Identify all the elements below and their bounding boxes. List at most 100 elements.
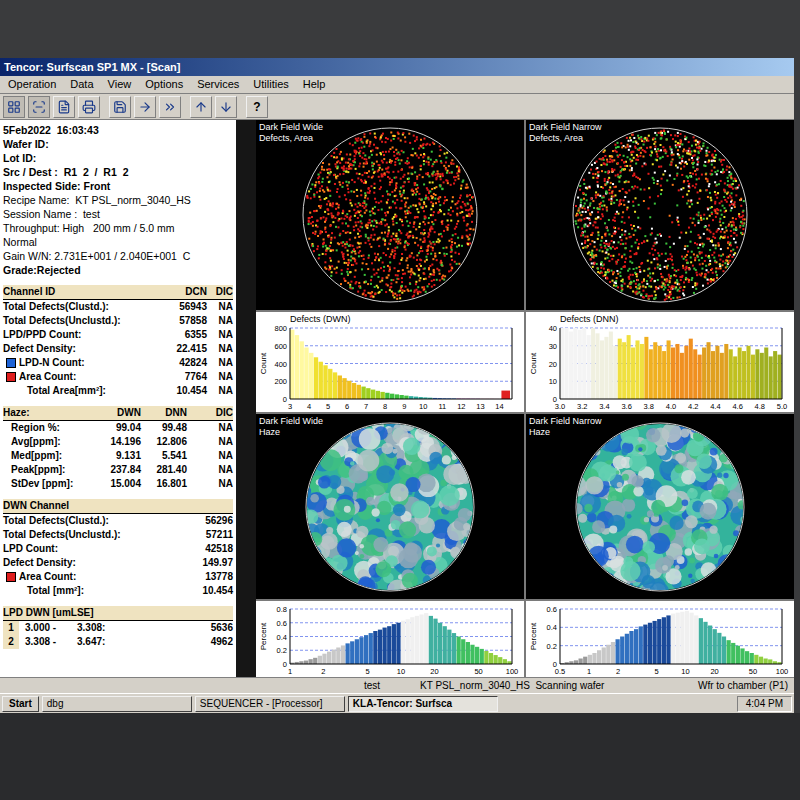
menu-item[interactable]: Utilities xyxy=(247,76,294,93)
defect-point xyxy=(692,166,694,168)
defect-point xyxy=(396,246,398,248)
defect-point xyxy=(669,253,671,255)
defect-point xyxy=(370,279,372,281)
defect-point xyxy=(455,226,457,228)
defect-point xyxy=(349,143,351,145)
menu-item[interactable]: Data xyxy=(64,76,99,93)
defect-point xyxy=(597,268,599,270)
dwn-channel-table: DWN ChannelTotal Defects(Clustd.):56296T… xyxy=(3,499,233,598)
defect-point xyxy=(378,292,380,294)
defect-point xyxy=(657,180,659,182)
defect-point xyxy=(686,262,688,264)
defect-point xyxy=(372,212,374,214)
channel-table: Channel IDDCNDICTotal Defects(Clustd.):5… xyxy=(3,285,233,398)
defect-point xyxy=(592,224,594,226)
defect-point xyxy=(312,225,314,227)
maps-area: Dark Field WideDefects, AreaDark Field N… xyxy=(256,120,794,677)
defect-point xyxy=(724,262,726,264)
defect-point xyxy=(404,197,406,199)
defect-point xyxy=(391,251,393,253)
menu-item[interactable]: Help xyxy=(297,76,332,93)
defect-point xyxy=(354,158,356,160)
defect-point xyxy=(352,160,354,162)
menu-item[interactable]: Options xyxy=(139,76,189,93)
defect-point xyxy=(471,221,473,223)
defect-point xyxy=(393,151,395,153)
defect-point xyxy=(456,246,458,248)
menu-item[interactable]: Services xyxy=(191,76,245,93)
defect-point xyxy=(359,155,361,157)
defect-point xyxy=(402,269,404,271)
help-button[interactable]: ? xyxy=(246,96,268,118)
defect-point xyxy=(368,192,370,194)
defect-point xyxy=(399,290,401,292)
defect-point xyxy=(694,150,696,152)
defect-point xyxy=(433,270,435,272)
defect-point xyxy=(440,262,442,264)
defect-point xyxy=(390,253,392,255)
toolbar-button[interactable] xyxy=(53,96,75,118)
toolbar-button[interactable] xyxy=(159,96,181,118)
defect-point xyxy=(347,254,349,256)
defect-point xyxy=(654,172,656,174)
toolbar-button[interactable] xyxy=(134,96,156,118)
defect-point xyxy=(733,238,735,240)
defect-point xyxy=(414,152,416,154)
toolbar-button[interactable] xyxy=(109,96,131,118)
defect-point xyxy=(376,272,378,274)
defect-point xyxy=(352,264,354,266)
save-icon xyxy=(113,100,127,114)
defect-point xyxy=(368,254,370,256)
defect-point xyxy=(390,162,392,164)
defect-point xyxy=(325,245,327,247)
defect-point xyxy=(450,246,452,248)
defect-point xyxy=(663,130,665,132)
defect-point xyxy=(438,269,440,271)
defect-point xyxy=(708,238,710,240)
defect-point xyxy=(441,235,443,237)
defect-point xyxy=(413,226,415,228)
defect-point xyxy=(632,274,634,276)
defect-point xyxy=(423,288,425,290)
defect-point xyxy=(718,183,720,185)
defect-point xyxy=(675,141,677,143)
defect-point xyxy=(394,202,396,204)
defect-point xyxy=(397,171,399,173)
defect-point xyxy=(406,197,408,199)
wafer-info: 5Feb2022 16:03:43Wafer ID:Lot ID:Src / D… xyxy=(3,123,233,277)
defect-point xyxy=(372,229,374,231)
defect-point xyxy=(386,190,388,192)
defect-point xyxy=(673,178,675,180)
defect-point xyxy=(369,214,371,216)
defect-point xyxy=(390,239,392,241)
toolbar-button[interactable] xyxy=(28,96,50,118)
defect-point xyxy=(380,137,382,139)
toolbar-button[interactable] xyxy=(190,96,212,118)
defect-point xyxy=(384,212,386,214)
defect-point xyxy=(392,201,394,203)
defect-point xyxy=(395,241,397,243)
defect-point xyxy=(333,174,335,176)
defect-point xyxy=(368,157,370,159)
defect-point xyxy=(439,173,441,175)
defect-point xyxy=(348,259,350,261)
toolbar-button[interactable] xyxy=(215,96,237,118)
defect-point xyxy=(674,288,676,290)
defect-point xyxy=(606,227,608,229)
menu-item[interactable]: View xyxy=(102,76,138,93)
defect-point xyxy=(374,293,376,295)
defect-point xyxy=(442,247,444,249)
defect-point xyxy=(322,189,324,191)
toolbar-button[interactable] xyxy=(78,96,100,118)
defect-point xyxy=(358,236,360,238)
defect-point xyxy=(410,274,412,276)
defect-point xyxy=(427,236,429,238)
menu-item[interactable]: Operation xyxy=(2,76,62,93)
defect-point xyxy=(406,220,408,222)
defect-point xyxy=(349,219,351,221)
defect-point xyxy=(405,286,407,288)
defect-point xyxy=(603,162,605,164)
toolbar-button[interactable] xyxy=(3,96,25,118)
defect-point xyxy=(720,265,722,267)
defect-point xyxy=(432,258,434,260)
